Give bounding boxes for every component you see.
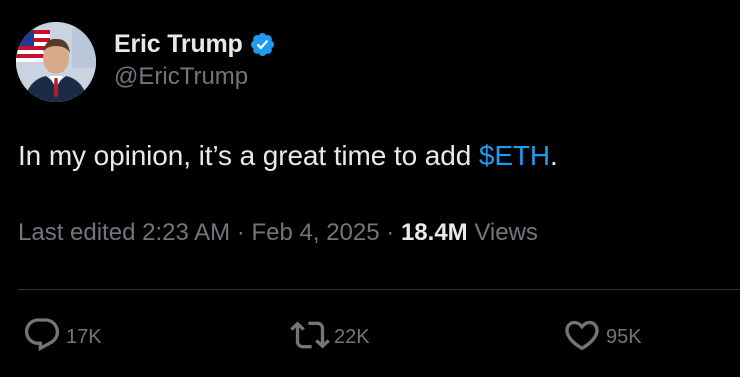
reply-button[interactable]: 17K — [22, 315, 102, 360]
heart-icon — [562, 315, 602, 360]
name-row: Eric Trump — [114, 30, 276, 59]
tweet-text-before: In my opinion, it’s a great time to add — [18, 140, 479, 171]
views-label: Views — [474, 219, 538, 246]
edited-label[interactable]: Last edited — [18, 219, 135, 246]
author-names: Eric Trump @EricTrump — [114, 30, 276, 91]
tweet-meta: Last edited 2:23 AM · Feb 4, 2025 · 18.4… — [18, 219, 538, 247]
verified-badge-icon[interactable] — [249, 31, 276, 58]
avatar[interactable] — [16, 22, 96, 102]
tweet-text: In my opinion, it’s a great time to add … — [18, 140, 558, 172]
divider — [18, 289, 740, 290]
tweet-date[interactable]: Feb 4, 2025 — [252, 219, 380, 246]
cashtag-link[interactable]: $ETH — [479, 140, 550, 171]
repost-count: 22K — [334, 326, 370, 348]
meta-separator: · — [386, 219, 395, 246]
reply-icon — [22, 315, 62, 360]
tweet-text-after: . — [550, 140, 558, 171]
repost-icon — [290, 315, 330, 360]
author-handle[interactable]: @EricTrump — [114, 63, 276, 91]
avatar-image — [16, 22, 96, 102]
reply-count: 17K — [66, 326, 102, 348]
display-name[interactable]: Eric Trump — [114, 30, 243, 59]
tweet-time[interactable]: 2:23 AM — [142, 219, 230, 246]
views-count: 18.4M — [400, 219, 468, 246]
tweet-header: Eric Trump @EricTrump — [16, 22, 276, 102]
like-count: 95K — [606, 326, 642, 348]
like-button[interactable]: 95K — [562, 315, 642, 360]
repost-button[interactable]: 22K — [290, 315, 370, 360]
meta-separator: · — [236, 219, 245, 246]
action-bar: 17K 22K 95K — [0, 313, 740, 357]
